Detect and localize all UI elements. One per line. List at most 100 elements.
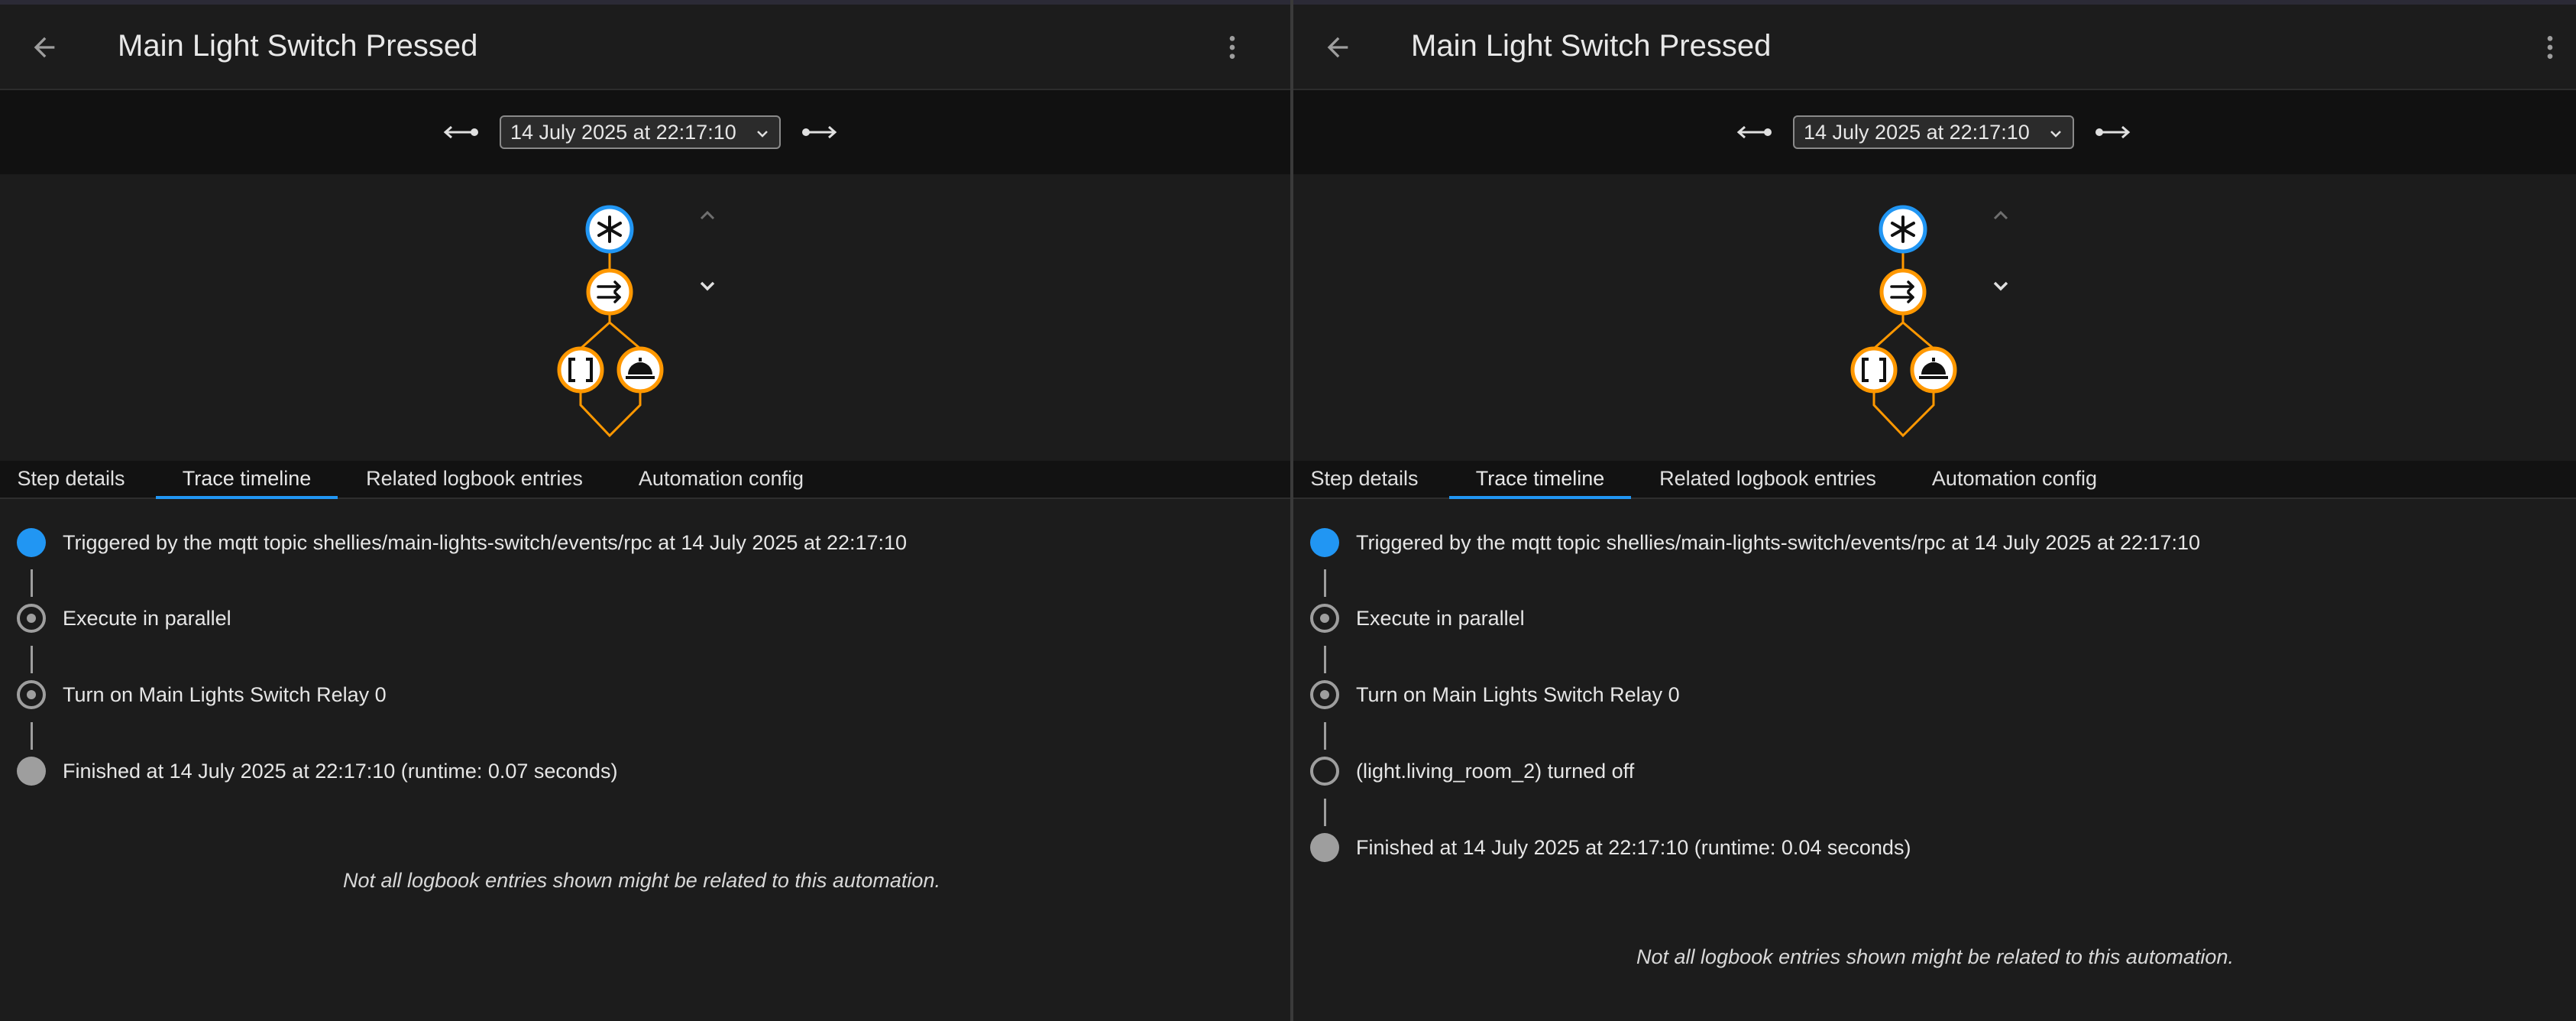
timeline-connector xyxy=(1324,799,1326,826)
ray-end-arrow-icon xyxy=(443,125,478,139)
trace-graph-svg xyxy=(1850,205,1957,438)
timeline-entry: Triggered by the mqtt topic shellies/mai… xyxy=(15,526,907,559)
empty-ring-icon xyxy=(1310,757,1339,786)
trace-select[interactable]: 14 July 2025 at 22:17:10 xyxy=(500,115,781,149)
tab-trace-timeline[interactable]: Trace timeline xyxy=(1449,461,1631,499)
timeline-connector xyxy=(1324,569,1326,597)
trigger-node[interactable] xyxy=(1879,205,1927,254)
back-button[interactable] xyxy=(20,23,69,72)
previous-step-button[interactable] xyxy=(692,202,723,226)
older-trace-button[interactable] xyxy=(1733,113,1776,151)
ray-start-arrow-icon xyxy=(2095,125,2131,139)
timeline-entry: Turn on Main Lights Switch Relay 0 xyxy=(15,678,387,711)
trace-select[interactable]: 14 July 2025 at 22:17:10 xyxy=(1793,115,2074,149)
tab-automation-config[interactable]: Automation config xyxy=(1926,461,2103,498)
tab-automation-config[interactable]: Automation config xyxy=(633,461,810,498)
timeline-entry: Turn on Main Lights Switch Relay 0 xyxy=(1309,678,1680,711)
trace-timeline: Triggered by the mqtt topic shellies/mai… xyxy=(1293,499,2576,1021)
step-ring-icon xyxy=(1310,680,1339,709)
trace-toolbar: 14 July 2025 at 22:17:10 xyxy=(1293,90,2576,174)
finished-dot-icon xyxy=(17,757,46,786)
timeline-connector xyxy=(1324,722,1326,750)
timeline-connector xyxy=(31,646,33,673)
timeline-entry: Finished at 14 July 2025 at 22:17:10 (ru… xyxy=(15,754,617,788)
trace-timeline: Triggered by the mqtt topic shellies/mai… xyxy=(0,499,1290,1021)
parallel-node[interactable] xyxy=(1879,268,1927,316)
next-step-button[interactable] xyxy=(1985,275,2016,300)
overflow-menu-button[interactable] xyxy=(1208,23,1257,72)
chevron-down-icon xyxy=(1993,281,2008,291)
tab-label: Trace timeline xyxy=(182,467,312,490)
trigger-dot-icon xyxy=(1310,528,1339,557)
timeline-entry-text: Finished at 14 July 2025 at 22:17:10 (ru… xyxy=(63,759,618,783)
tab-label: Trace timeline xyxy=(1475,467,1605,490)
timeline-connector xyxy=(31,722,33,750)
trace-panel-left: Main Light Switch Pressed 14 July 2025 a… xyxy=(0,5,1290,1021)
tab-trace-timeline[interactable]: Trace timeline xyxy=(156,461,338,499)
newer-trace-button[interactable] xyxy=(798,113,840,151)
chevron-down-icon xyxy=(757,131,768,138)
tab-label: Automation config xyxy=(1931,467,2098,490)
timeline-connector xyxy=(1324,646,1326,673)
tab-label: Step details xyxy=(17,467,125,490)
tab-related-logbook-entries[interactable]: Related logbook entries xyxy=(361,461,588,498)
timeline-entry: Execute in parallel xyxy=(1309,601,1525,635)
action-node[interactable] xyxy=(616,346,664,394)
next-step-button[interactable] xyxy=(692,275,723,300)
timeline-connector xyxy=(31,569,33,597)
step-ring-icon xyxy=(17,604,46,633)
trace-panel-right: Main Light Switch Pressed 14 July 2025 a… xyxy=(1293,5,2576,1021)
timeline-entry-text: Triggered by the mqtt topic shellies/mai… xyxy=(1356,530,2201,554)
timeline-entry-text: Execute in parallel xyxy=(1356,606,1525,630)
sequence-node[interactable] xyxy=(1850,346,1898,394)
chevron-down-icon xyxy=(700,281,715,291)
trace-select-value: 14 July 2025 at 22:17:10 xyxy=(510,121,736,144)
tab-label: Related logbook entries xyxy=(1659,467,1876,490)
trigger-dot-icon xyxy=(17,528,46,557)
trace-graph xyxy=(1293,174,2576,462)
trace-graph xyxy=(0,174,1290,462)
chevron-up-icon xyxy=(1993,210,2008,220)
tab-step-details[interactable]: Step details xyxy=(1304,461,1425,498)
tab-bar: Step details Trace timeline Related logb… xyxy=(1293,461,2576,499)
logbook-disclaimer: Not all logbook entries shown might be r… xyxy=(343,869,940,892)
step-ring-icon xyxy=(1310,604,1339,633)
tab-label: Related logbook entries xyxy=(366,467,583,490)
timeline-entry: Finished at 14 July 2025 at 22:17:10 (ru… xyxy=(1309,831,1911,864)
trace-toolbar: 14 July 2025 at 22:17:10 xyxy=(0,90,1290,174)
previous-step-button[interactable] xyxy=(1985,202,2016,226)
app-header: Main Light Switch Pressed xyxy=(0,5,1290,90)
tab-step-details[interactable]: Step details xyxy=(11,461,131,498)
finished-dot-icon xyxy=(1310,833,1339,862)
ray-start-arrow-icon xyxy=(802,125,837,139)
timeline-entry: Execute in parallel xyxy=(15,601,231,635)
arrow-left-icon xyxy=(34,37,55,58)
timeline-entry-text: Execute in parallel xyxy=(63,606,231,630)
tab-bar: Step details Trace timeline Related logb… xyxy=(0,461,1290,499)
newer-trace-button[interactable] xyxy=(2091,113,2134,151)
sequence-node[interactable] xyxy=(557,346,604,394)
ray-end-arrow-icon xyxy=(1736,125,1772,139)
tab-label: Automation config xyxy=(638,467,804,490)
app-header: Main Light Switch Pressed xyxy=(1293,5,2576,90)
chevron-down-icon xyxy=(2050,131,2061,138)
timeline-entry: Triggered by the mqtt topic shellies/mai… xyxy=(1309,526,2200,559)
parallel-node[interactable] xyxy=(586,268,633,316)
timeline-entry-text: Triggered by the mqtt topic shellies/mai… xyxy=(63,530,908,554)
timeline-entry: (light.living_room_2) turned off xyxy=(1309,754,1634,788)
overflow-menu-button[interactable] xyxy=(2526,23,2574,72)
trigger-node[interactable] xyxy=(585,205,634,254)
timeline-entry-text: (light.living_room_2) turned off xyxy=(1356,759,1635,783)
tab-related-logbook-entries[interactable]: Related logbook entries xyxy=(1654,461,1882,498)
timeline-entry-text: Turn on Main Lights Switch Relay 0 xyxy=(1356,682,1680,706)
older-trace-button[interactable] xyxy=(440,113,483,151)
action-node[interactable] xyxy=(1910,346,1957,394)
step-ring-icon xyxy=(17,680,46,709)
back-button[interactable] xyxy=(1313,23,1362,72)
tab-label: Step details xyxy=(1310,467,1419,490)
trace-select-value: 14 July 2025 at 22:17:10 xyxy=(1804,121,2030,144)
logbook-disclaimer: Not all logbook entries shown might be r… xyxy=(1636,945,2234,968)
arrow-left-icon xyxy=(1327,37,1348,58)
chevron-up-icon xyxy=(700,210,715,220)
dots-vertical-icon xyxy=(2547,36,2553,59)
